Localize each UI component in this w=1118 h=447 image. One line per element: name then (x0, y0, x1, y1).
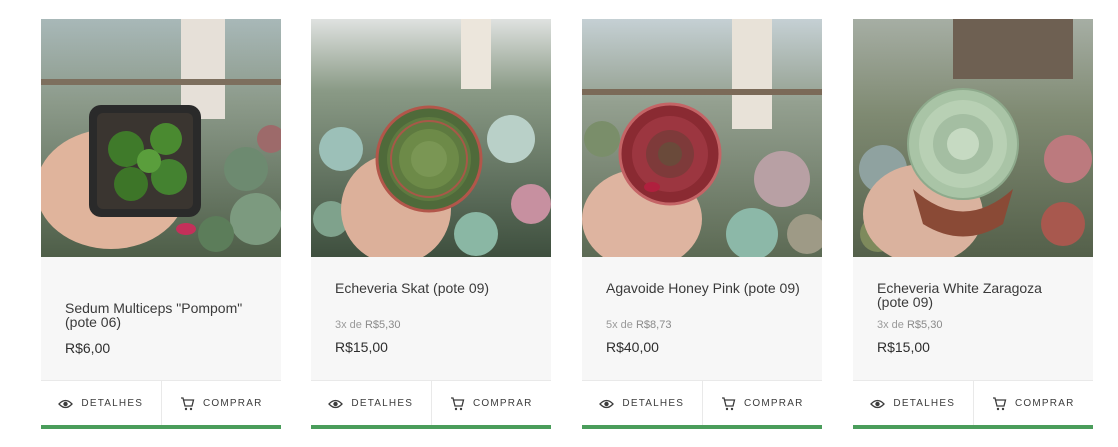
cart-icon (180, 396, 195, 411)
details-label: DETALHES (893, 398, 956, 409)
installments-prefix: 3x de (335, 319, 365, 331)
buy-label: COMPRAR (202, 398, 263, 409)
cart-icon (721, 396, 736, 411)
details-button[interactable]: DETALHES (311, 381, 431, 426)
product-card: Echeveria White Zaragoza (pote 09) 3x de… (853, 19, 1093, 429)
buy-label: COMPRAR (472, 398, 533, 409)
product-price: R$15,00 (877, 339, 930, 355)
accent-bar (311, 425, 551, 429)
details-button[interactable]: DETALHES (582, 381, 702, 426)
product-info: Agavoide Honey Pink (pote 09) 5x de R$8,… (582, 257, 822, 380)
details-label: DETALHES (622, 398, 685, 409)
product-name[interactable]: Echeveria White Zaragoza (pote 09) (877, 281, 1077, 309)
product-photo[interactable] (41, 19, 281, 257)
product-photo[interactable] (311, 19, 551, 257)
cart-icon (450, 396, 465, 411)
buy-button[interactable]: COMPRAR (701, 381, 823, 426)
product-name[interactable]: Agavoide Honey Pink (pote 09) (606, 281, 806, 295)
product-info: Echeveria Skat (pote 09) 3x de R$5,30 R$… (311, 257, 551, 380)
installments-text: 3x de R$5,30 (877, 319, 942, 331)
product-photo[interactable] (582, 19, 822, 257)
buy-label: COMPRAR (1014, 398, 1075, 409)
product-card: Echeveria Skat (pote 09) 3x de R$5,30 R$… (311, 19, 551, 429)
product-grid: Sedum Multiceps "Pompom" (pote 06) R$6,0… (0, 0, 1118, 447)
accent-bar (853, 425, 1093, 429)
product-photo[interactable] (853, 19, 1093, 257)
installments-text: 3x de R$5,30 (335, 319, 400, 331)
product-card: Agavoide Honey Pink (pote 09) 5x de R$8,… (582, 19, 822, 429)
buy-label: COMPRAR (743, 398, 804, 409)
eye-icon (870, 399, 886, 409)
product-name[interactable]: Echeveria Skat (pote 09) (335, 281, 535, 295)
details-button[interactable]: DETALHES (41, 381, 161, 426)
buy-button[interactable]: COMPRAR (160, 381, 282, 426)
product-info: Sedum Multiceps "Pompom" (pote 06) R$6,0… (41, 257, 281, 380)
buy-button[interactable]: COMPRAR (972, 381, 1094, 426)
eye-icon (58, 399, 74, 409)
cart-icon (992, 396, 1007, 411)
installments-text: 5x de R$8,73 (606, 319, 671, 331)
details-label: DETALHES (81, 398, 144, 409)
buy-button[interactable]: COMPRAR (430, 381, 552, 426)
installments-prefix: 5x de (606, 319, 636, 331)
eye-icon (599, 399, 615, 409)
installments-value: R$5,30 (906, 319, 943, 331)
product-actions: DETALHES COMPRAR (582, 380, 822, 426)
details-label: DETALHES (351, 398, 414, 409)
details-button[interactable]: DETALHES (853, 381, 973, 426)
product-actions: DETALHES COMPRAR (853, 380, 1093, 426)
product-price: R$6,00 (65, 340, 111, 356)
product-actions: DETALHES COMPRAR (41, 380, 281, 426)
eye-icon (328, 399, 344, 409)
product-actions: DETALHES COMPRAR (311, 380, 551, 426)
product-price: R$40,00 (606, 339, 659, 355)
product-price: R$15,00 (335, 339, 388, 355)
installments-value: R$8,73 (635, 319, 672, 331)
product-info: Echeveria White Zaragoza (pote 09) 3x de… (853, 257, 1093, 380)
product-card: Sedum Multiceps "Pompom" (pote 06) R$6,0… (41, 19, 281, 429)
accent-bar (582, 425, 822, 429)
installments-prefix: 3x de (877, 319, 907, 331)
installments-value: R$5,30 (364, 319, 401, 331)
product-name[interactable]: Sedum Multiceps "Pompom" (pote 06) (65, 301, 265, 329)
accent-bar (41, 425, 281, 429)
